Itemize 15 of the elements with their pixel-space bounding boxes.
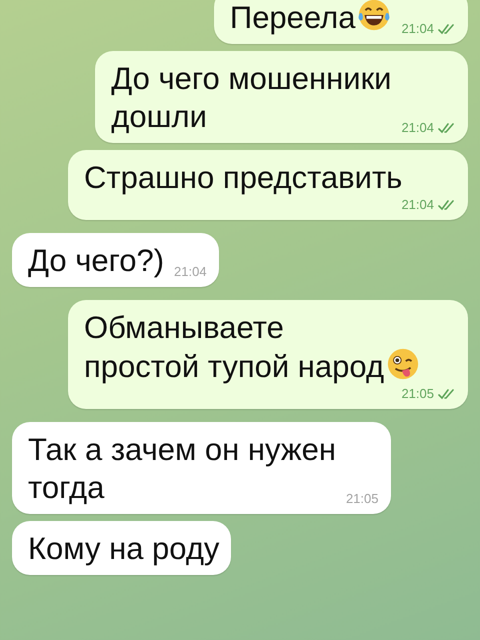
- message-text: Так а зачем он нужен тогда: [28, 432, 336, 505]
- message-text: До чего мошенники дошли: [111, 61, 392, 134]
- message-time: 21:04: [401, 120, 434, 136]
- message-text: Переела: [230, 0, 356, 35]
- message-text: Кому на роду: [28, 531, 220, 566]
- message-text: Обманываете простой тупой народ: [84, 310, 384, 384]
- message-time: 21:04: [401, 197, 434, 213]
- message-text: До чего?): [28, 243, 164, 278]
- laughing-emoji-icon: [357, 0, 392, 32]
- winking-tongue-emoji-icon: [386, 347, 420, 381]
- message-time: 21:05: [401, 386, 434, 402]
- message-text: Страшно представить: [84, 160, 402, 195]
- message-time: 21:05: [346, 491, 378, 507]
- message-time: 21:04: [401, 21, 434, 37]
- message-time: 21:04: [174, 264, 207, 280]
